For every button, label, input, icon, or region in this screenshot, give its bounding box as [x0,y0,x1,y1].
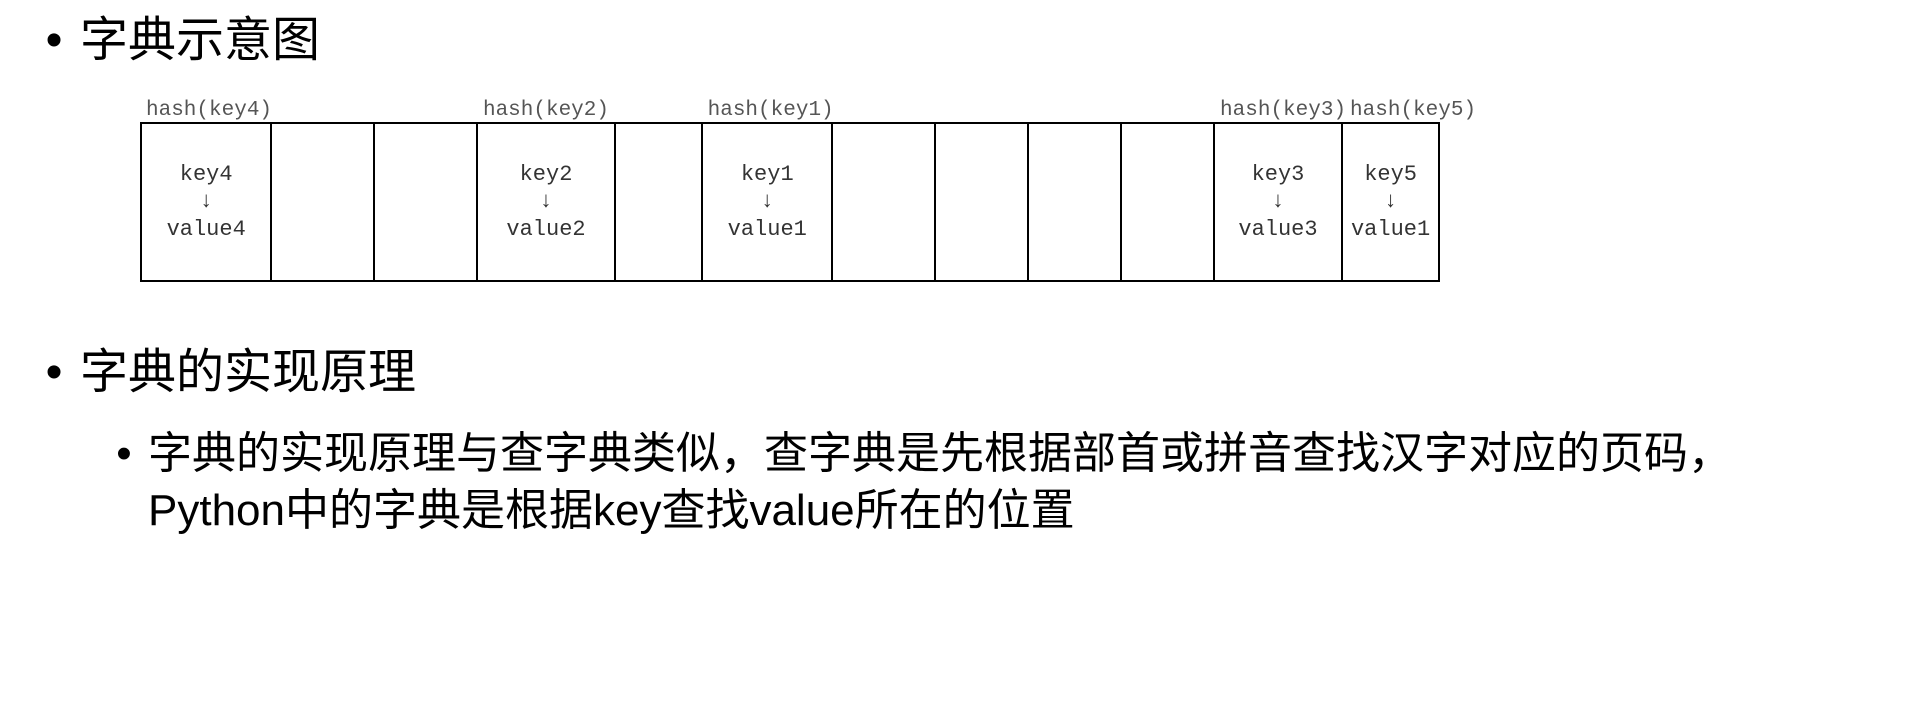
heading-dict-diagram: • 字典示意图 [40,10,1870,72]
heading-text: 字典示意图 [80,10,320,72]
hash-cell: key1 ↓ value1 [703,124,833,280]
hash-cell [833,124,936,280]
hash-label: hash(key1) [702,92,834,122]
hash-label [834,92,936,122]
cell-key: key1 [741,162,794,187]
arrow-down-icon: ↓ [200,191,213,213]
hash-label: hash(key5) [1344,92,1440,122]
bullet-icon: • [112,425,136,482]
cell-value: value3 [1238,217,1317,242]
hash-label [1121,92,1214,122]
bullet-icon: • [40,342,68,404]
hash-cell [936,124,1029,280]
hash-label [374,92,476,122]
hash-cell [375,124,478,280]
cell-key: key2 [520,162,573,187]
hash-cell [1029,124,1122,280]
arrow-down-icon: ↓ [1384,191,1397,213]
arrow-down-icon: ↓ [1271,191,1284,213]
hash-cell [1122,124,1215,280]
cell-key: key5 [1364,162,1417,187]
hash-label: hash(key3) [1214,92,1344,122]
cell-value: value1 [728,217,807,242]
hash-cell [616,124,703,280]
arrow-down-icon: ↓ [539,191,552,213]
hash-cell: key5 ↓ value1 [1343,124,1438,280]
hash-cell: key2 ↓ value2 [478,124,616,280]
cell-value: value2 [506,217,585,242]
hash-cell: key3 ↓ value3 [1215,124,1343,280]
bullet-icon: • [40,10,68,72]
hash-table-diagram: hash(key4) hash(key2) hash(key1) hash(ke… [140,92,1440,282]
hash-label [1029,92,1122,122]
cell-key: key3 [1252,162,1305,187]
sub-bullet-text: 字典的实现原理与查字典类似，查字典是先根据部首或拼音查找汉字对应的页码，Pyth… [148,425,1850,539]
hash-label [272,92,374,122]
heading-dict-principle: • 字典的实现原理 [40,342,1870,404]
cell-key: key4 [180,162,233,187]
hash-cell: key4 ↓ value4 [142,124,272,280]
cell-value: value1 [1351,217,1430,242]
hash-labels-row: hash(key4) hash(key2) hash(key1) hash(ke… [140,92,1440,122]
hash-label [936,92,1029,122]
hash-label [615,92,702,122]
hash-label: hash(key4) [140,92,272,122]
hash-cell [272,124,375,280]
sub-bullet-principle: • 字典的实现原理与查字典类似，查字典是先根据部首或拼音查找汉字对应的页码，Py… [112,425,1850,539]
hash-label: hash(key2) [477,92,615,122]
hash-cells-row: key4 ↓ value4 key2 ↓ value2 key1 ↓ value… [140,122,1440,282]
cell-value: value4 [167,217,246,242]
arrow-down-icon: ↓ [761,191,774,213]
heading-text: 字典的实现原理 [80,342,416,404]
